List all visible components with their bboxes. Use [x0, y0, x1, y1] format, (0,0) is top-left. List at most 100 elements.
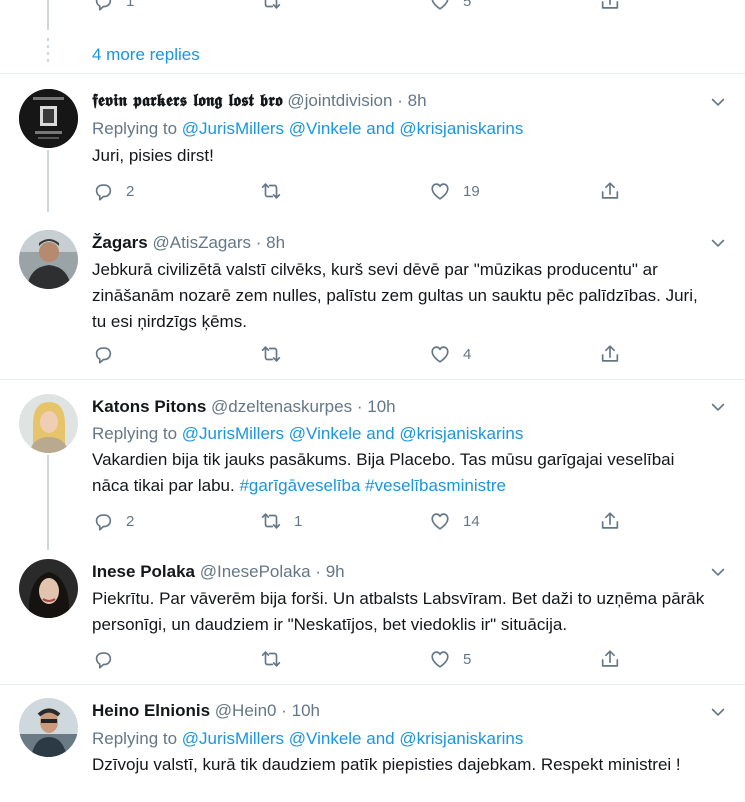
tweet-header: Katons Pitons @dzeltenaskurpes · 10h [92, 397, 396, 417]
retweet-button[interactable] [260, 0, 282, 12]
tweet-header: Heino Elnionis @Hein0 · 10h [92, 701, 320, 721]
separator [0, 73, 745, 74]
tweet-header: Inese Polaka @InesePolaka · 9h [92, 562, 345, 582]
chevron-down-icon[interactable] [708, 562, 728, 582]
dot-separator: · [315, 562, 321, 581]
author-handle[interactable]: @AtisZagars [152, 233, 251, 252]
like-button[interactable]: 14 [429, 510, 480, 532]
timestamp[interactable]: 8h [408, 91, 427, 110]
author-name[interactable]: Heino Elnionis [92, 701, 210, 720]
tweet-text: Vakardien bija tik jauks pasākums. Bija … [92, 447, 712, 499]
timestamp[interactable]: 8h [266, 233, 285, 252]
hashtag-link[interactable]: #veselībasministre [365, 476, 506, 495]
author-handle[interactable]: @dzeltenaskurpes [211, 397, 352, 416]
thread-line [47, 150, 49, 212]
reply-button[interactable]: 2 [92, 180, 134, 202]
like-button[interactable]: 5 [429, 648, 471, 670]
reply-button[interactable]: 1 [92, 0, 134, 12]
like-icon [429, 343, 451, 365]
mention-and: and [366, 729, 395, 748]
author-name[interactable]: 𝖋𝖊𝖛𝖎𝖓 𝖕𝖆𝖗𝖐𝖊𝖗𝖘 𝖑𝖔𝖓𝖌 𝖑𝖔𝖘𝖙 𝖇𝖗𝖔 [92, 91, 283, 111]
replying-to: Replying to @JurisMillers @Vinkele and @… [92, 424, 523, 444]
thread-line [47, 455, 49, 550]
retweet-button[interactable] [260, 180, 282, 202]
hashtag-link[interactable]: #garīgāveselība [239, 476, 360, 495]
replying-to: Replying to @JurisMillers @Vinkele and @… [92, 119, 523, 139]
tweet-text: Juri, pisies dirst! [92, 146, 214, 165]
chevron-down-icon[interactable] [708, 92, 728, 112]
mention-link[interactable]: @krisjaniskarins [399, 119, 523, 138]
share-button[interactable] [599, 343, 621, 365]
chevron-down-icon[interactable] [708, 397, 728, 417]
mention-link[interactable]: @Vinkele [289, 729, 362, 748]
share-icon [599, 0, 621, 12]
mention-link[interactable]: @JurisMillers [182, 119, 284, 138]
timestamp[interactable]: 10h [292, 701, 320, 720]
retweet-button[interactable] [260, 343, 282, 365]
avatar[interactable] [19, 698, 78, 757]
share-button[interactable] [599, 180, 621, 202]
thread-dots [47, 38, 49, 66]
tweet-header: 𝖋𝖊𝖛𝖎𝖓 𝖕𝖆𝖗𝖐𝖊𝖗𝖘 𝖑𝖔𝖓𝖌 𝖑𝖔𝖘𝖙 𝖇𝖗𝖔 @jointdivisi… [92, 91, 427, 111]
avatar[interactable] [19, 89, 78, 148]
share-button[interactable] [599, 510, 621, 532]
reply-count: 2 [126, 512, 135, 530]
mention-link[interactable]: @Vinkele [289, 424, 362, 443]
mention-link[interactable]: @krisjaniskarins [399, 424, 523, 443]
author-name[interactable]: Katons Pitons [92, 397, 206, 416]
replying-to: Replying to @JurisMillers @Vinkele and @… [92, 729, 523, 749]
retweet-icon [260, 343, 282, 365]
share-button[interactable] [599, 0, 621, 12]
timestamp[interactable]: 10h [367, 397, 395, 416]
like-button[interactable]: 4 [429, 343, 471, 365]
avatar[interactable] [19, 230, 78, 289]
reply-icon [92, 510, 114, 532]
timestamp[interactable]: 9h [326, 562, 345, 581]
chevron-down-icon[interactable] [708, 702, 728, 722]
reply-button[interactable]: 2 [92, 510, 134, 532]
retweet-button[interactable] [260, 648, 282, 670]
avatar[interactable] [19, 559, 78, 618]
retweet-count: 1 [294, 512, 303, 530]
chevron-down-icon[interactable] [708, 233, 728, 253]
retweet-button[interactable]: 1 [260, 510, 302, 532]
more-replies-link[interactable]: 4 more replies [92, 45, 200, 65]
retweet-icon [260, 510, 282, 532]
share-button[interactable] [599, 648, 621, 670]
mention-link[interactable]: @JurisMillers [182, 729, 284, 748]
reply-icon [92, 648, 114, 670]
tweet-text: Piekrītu. Par vāverēm bija forši. Un atb… [92, 589, 705, 634]
like-button[interactable]: 19 [429, 180, 480, 202]
share-icon [599, 180, 621, 202]
author-handle[interactable]: @jointdivision [287, 91, 392, 110]
dot-separator: · [356, 397, 363, 416]
like-icon [429, 648, 451, 670]
reply-icon [92, 343, 114, 365]
mention-link[interactable]: @krisjaniskarins [399, 729, 523, 748]
like-icon [429, 180, 451, 202]
author-name[interactable]: Inese Polaka [92, 562, 195, 581]
author-handle[interactable]: @Hein0 [215, 701, 277, 720]
replying-to-label: Replying to [92, 424, 178, 443]
author-name[interactable]: Žagars [92, 233, 148, 252]
reply-button[interactable] [92, 343, 114, 365]
avatar[interactable] [19, 394, 78, 453]
mention-link[interactable]: @JurisMillers [182, 424, 284, 443]
mention-and: and [366, 424, 395, 443]
reply-count: 1 [126, 0, 135, 10]
tweet-header: Žagars @AtisZagars · 8h [92, 233, 285, 253]
separator [0, 684, 745, 685]
author-handle[interactable]: @InesePolaka [200, 562, 311, 581]
mention-link[interactable]: @Vinkele [289, 119, 362, 138]
tweet-text: Jebkurā civilizētā valstī cilvēks, kurš … [92, 260, 698, 331]
separator [0, 379, 745, 380]
replying-to-label: Replying to [92, 729, 178, 748]
like-button[interactable]: 5 [429, 0, 471, 12]
thread-line [47, 0, 49, 30]
share-icon [599, 648, 621, 670]
reply-button[interactable] [92, 648, 114, 670]
like-count: 5 [463, 650, 472, 668]
reply-icon [92, 0, 114, 12]
retweet-icon [260, 0, 282, 12]
dot-separator: · [281, 701, 287, 720]
